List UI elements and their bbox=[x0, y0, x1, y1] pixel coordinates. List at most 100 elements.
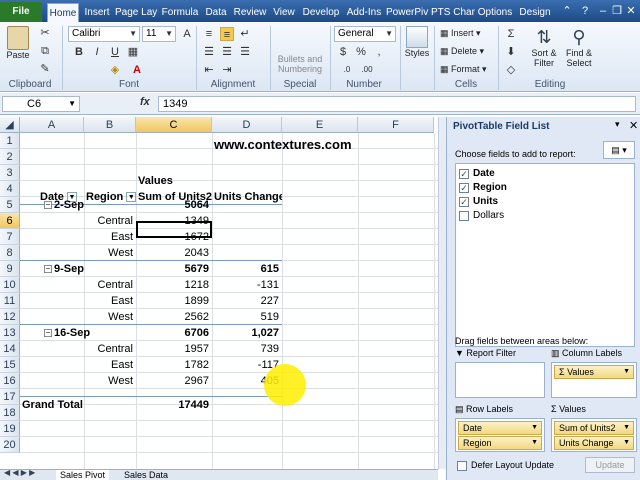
column-header-d[interactable]: D bbox=[212, 117, 282, 133]
comma-icon[interactable]: , bbox=[372, 45, 386, 59]
update-button[interactable]: Update bbox=[585, 457, 635, 473]
row-header[interactable]: 15 bbox=[0, 357, 20, 373]
minimize-icon[interactable]: – bbox=[596, 4, 610, 18]
column-labels-area[interactable]: Σ Values ▼ bbox=[551, 362, 637, 398]
vertical-scrollbar[interactable] bbox=[438, 117, 446, 469]
number-format-combo[interactable]: General ▼ bbox=[334, 26, 396, 42]
tab-formulas[interactable]: Formula bbox=[160, 3, 200, 22]
row-header[interactable]: 7 bbox=[0, 229, 20, 245]
tab-view[interactable]: View bbox=[271, 3, 297, 22]
format-painter-icon[interactable]: ✎ bbox=[38, 62, 52, 76]
field-checkbox[interactable]: ✓ bbox=[459, 183, 469, 193]
find-select-button[interactable]: ⚲ Find & Select bbox=[562, 26, 596, 68]
row-header[interactable]: 20 bbox=[0, 437, 20, 453]
insert-cells-button[interactable]: ▦ Insert ▾ bbox=[440, 28, 490, 38]
defer-update-checkbox[interactable] bbox=[457, 461, 467, 471]
align-middle-icon[interactable]: ≡ bbox=[220, 27, 234, 41]
styles-button[interactable]: Styles bbox=[402, 26, 432, 58]
report-filter-area[interactable] bbox=[455, 362, 545, 398]
tab-pts-charts[interactable]: PTS Char bbox=[431, 3, 475, 22]
percent-icon[interactable]: % bbox=[354, 45, 368, 59]
field-checkbox[interactable] bbox=[459, 211, 469, 221]
tab-file[interactable]: File bbox=[0, 2, 42, 22]
row-header[interactable]: 9 bbox=[0, 261, 20, 277]
row-header[interactable]: 3 bbox=[0, 165, 20, 181]
font-color-icon[interactable]: A bbox=[130, 63, 144, 77]
field-checkbox[interactable]: ✓ bbox=[459, 169, 469, 179]
paste-button[interactable]: Paste bbox=[4, 26, 32, 66]
close-window-icon[interactable]: ✕ bbox=[624, 4, 638, 18]
sheet-nav-icon[interactable]: ◀ ◀ ▶ ▶ bbox=[4, 470, 35, 477]
row-header[interactable]: 5 bbox=[0, 197, 20, 213]
border-icon[interactable]: ▦ bbox=[126, 45, 140, 59]
active-cell-selection[interactable] bbox=[136, 221, 212, 238]
insert-function-button[interactable]: fx bbox=[140, 96, 150, 108]
row-header[interactable]: 19 bbox=[0, 421, 20, 437]
align-right-icon[interactable]: ☰ bbox=[238, 45, 252, 59]
tab-insert[interactable]: Insert bbox=[82, 3, 112, 22]
fill-icon[interactable]: ⬇ bbox=[504, 45, 518, 59]
help-icon[interactable]: ? bbox=[578, 4, 592, 18]
decrease-indent-icon[interactable]: ⇤ bbox=[202, 63, 216, 77]
restore-icon[interactable]: ❐ bbox=[610, 4, 624, 18]
italic-icon[interactable]: I bbox=[90, 45, 104, 59]
column-header-b[interactable]: B bbox=[84, 117, 136, 133]
row-header[interactable]: 16 bbox=[0, 373, 20, 389]
row-header[interactable]: 12 bbox=[0, 309, 20, 325]
font-size-combo[interactable]: 11 ▼ bbox=[142, 26, 176, 42]
row-header[interactable]: 2 bbox=[0, 149, 20, 165]
tab-home[interactable]: Home bbox=[47, 3, 79, 22]
row-header[interactable]: 17 bbox=[0, 389, 20, 405]
row-header[interactable]: 1 bbox=[0, 133, 20, 149]
clear-icon[interactable]: ◇ bbox=[504, 63, 518, 77]
delete-cells-button[interactable]: ▦ Delete ▾ bbox=[440, 46, 490, 56]
align-top-icon[interactable]: ≡ bbox=[202, 27, 216, 41]
row-header[interactable]: 13 bbox=[0, 325, 20, 341]
values-area[interactable]: Sum of Units2 ▼ Units Change ▼ bbox=[551, 418, 637, 452]
row-field-date[interactable]: Date ▼ bbox=[458, 421, 542, 435]
tab-data[interactable]: Data bbox=[203, 3, 229, 22]
field-checkbox[interactable]: ✓ bbox=[459, 197, 469, 207]
column-header-a[interactable]: A bbox=[20, 117, 84, 133]
column-header-f[interactable]: F bbox=[358, 117, 434, 133]
font-name-combo[interactable]: Calibri ▼ bbox=[68, 26, 140, 42]
format-cells-button[interactable]: ▦ Format ▾ bbox=[440, 64, 492, 74]
currency-icon[interactable]: $ bbox=[336, 45, 350, 59]
name-box[interactable]: C6 ▼ bbox=[2, 96, 80, 112]
bold-icon[interactable]: B bbox=[72, 45, 86, 59]
column-header-c[interactable]: C bbox=[136, 117, 212, 133]
align-left-icon[interactable]: ☰ bbox=[202, 45, 216, 59]
filter-dropdown-icon[interactable]: ▼ bbox=[126, 192, 136, 203]
row-header[interactable]: 6 bbox=[0, 213, 20, 229]
worksheet-grid[interactable]: ◢ A B C D E F 1 2 3 4 5 6 7 8 9 10 11 12 13 14 15 16 17 1… bbox=[0, 117, 438, 469]
collapse-icon[interactable]: − bbox=[44, 329, 52, 337]
tab-design[interactable]: Design bbox=[517, 3, 553, 22]
row-header[interactable]: 4 bbox=[0, 181, 20, 197]
sort-filter-button[interactable]: ⇅ Sort & Filter bbox=[526, 26, 562, 68]
grow-font-icon[interactable]: A bbox=[180, 27, 194, 41]
tab-page-layout[interactable]: Page Lay bbox=[115, 3, 157, 22]
column-values-field[interactable]: Σ Values ▼ bbox=[554, 365, 634, 379]
row-header[interactable]: 18 bbox=[0, 405, 20, 421]
select-all-corner[interactable]: ◢ bbox=[0, 117, 20, 133]
tab-developer[interactable]: Develop bbox=[300, 3, 342, 22]
underline-icon[interactable]: U bbox=[108, 45, 122, 59]
row-header[interactable]: 10 bbox=[0, 277, 20, 293]
sheet-tab-sales-data[interactable]: Sales Data bbox=[124, 470, 168, 480]
row-field-region[interactable]: Region ▼ bbox=[458, 436, 542, 450]
autosum-icon[interactable]: Σ bbox=[504, 27, 518, 41]
bullets-numbering-button[interactable]: Bullets and Numbering bbox=[274, 54, 326, 74]
minimize-ribbon-icon[interactable]: ⌃ bbox=[560, 4, 574, 18]
tab-add-ins[interactable]: Add-Ins bbox=[345, 3, 383, 22]
row-header[interactable]: 8 bbox=[0, 245, 20, 261]
row-header[interactable]: 14 bbox=[0, 341, 20, 357]
formula-input[interactable]: 1349 bbox=[158, 96, 636, 112]
tab-options[interactable]: Options bbox=[476, 3, 514, 22]
fill-color-icon[interactable]: ◈ bbox=[108, 63, 122, 77]
cut-icon[interactable]: ✂ bbox=[38, 26, 52, 40]
column-header-e[interactable]: E bbox=[282, 117, 358, 133]
layout-menu-button[interactable]: ▤ ▾ bbox=[603, 141, 635, 159]
increase-indent-icon[interactable]: ⇥ bbox=[220, 63, 234, 77]
increase-decimal-icon[interactable]: .0 bbox=[340, 63, 354, 77]
tab-powerpivot[interactable]: PowerPiv bbox=[386, 3, 428, 22]
